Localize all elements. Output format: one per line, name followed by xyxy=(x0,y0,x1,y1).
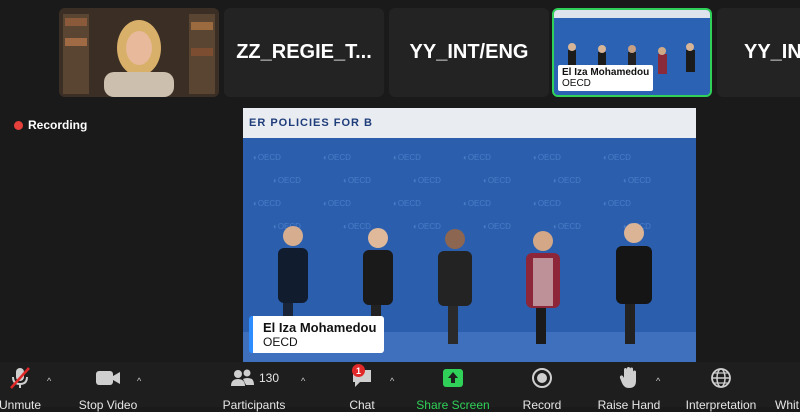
svg-text:◐OECD: ◐OECD xyxy=(533,153,561,162)
svg-text:◐OECD: ◐OECD xyxy=(343,176,371,185)
participant-tile-5[interactable]: YY_INT xyxy=(717,8,800,97)
share-screen-button[interactable]: Share Screen xyxy=(413,366,493,412)
svg-text:◐OECD: ◐OECD xyxy=(483,222,511,231)
svg-text:◐OECD: ◐OECD xyxy=(413,176,441,185)
recording-label: Recording xyxy=(28,118,88,132)
svg-text:◐OECD: ◐OECD xyxy=(393,153,421,162)
participant-tile-active[interactable]: El Iza Mohamedou OECD xyxy=(552,8,712,97)
video-options-caret-icon[interactable]: ^ xyxy=(137,376,141,386)
globe-icon xyxy=(680,366,762,390)
svg-text:◐OECD: ◐OECD xyxy=(553,222,581,231)
unmute-label: Unmute xyxy=(0,398,42,412)
unmute-button[interactable]: Unmute xyxy=(0,366,50,412)
mic-muted-icon xyxy=(0,366,50,390)
svg-text:◐OECD: ◐OECD xyxy=(413,222,441,231)
svg-text:◐OECD: ◐OECD xyxy=(483,176,511,185)
svg-text:◐OECD: ◐OECD xyxy=(603,199,631,208)
gallery-strip: ZZ_REGIE_T... YY_INT/ENG El Iza Mohamedo… xyxy=(0,0,800,103)
participant-name: YY_INT/ENG xyxy=(409,41,529,63)
svg-text:◐OECD: ◐OECD xyxy=(553,176,581,185)
audio-options-caret-icon[interactable]: ^ xyxy=(47,376,51,386)
whiteboard-button[interactable]: Whit xyxy=(775,366,800,412)
svg-text:◐OECD: ◐OECD xyxy=(253,153,281,162)
hand-icon xyxy=(595,366,663,390)
participants-caret-icon[interactable]: ^ xyxy=(301,376,305,386)
svg-text:◐OECD: ◐OECD xyxy=(323,153,351,162)
meeting-toolbar: Unmute ^ Stop Video ^ 130 Participants ^ xyxy=(0,362,800,412)
svg-text:◐OECD: ◐OECD xyxy=(273,176,301,185)
chat-badge: 1 xyxy=(352,364,365,377)
svg-text:◐OECD: ◐OECD xyxy=(343,222,371,231)
record-button[interactable]: Record xyxy=(516,366,568,412)
stop-video-label: Stop Video xyxy=(78,398,138,412)
speaker-org: OECD xyxy=(263,335,298,349)
main-video[interactable]: ◐OECD ◐OECD ◐OECD ◐OECD ◐OECD ◐OECD ◐OECD ◐OE… xyxy=(243,108,696,362)
svg-text:◐OECD: ◐OECD xyxy=(323,199,351,208)
speaker-name: El Iza Mohamedou xyxy=(263,320,377,335)
event-banner: ER POLICIES FOR B xyxy=(243,108,696,138)
reactions-caret-icon[interactable]: ^ xyxy=(656,376,660,386)
video-camera-icon xyxy=(76,366,140,390)
whiteboard-icon xyxy=(775,366,800,390)
svg-text:◐OECD: ◐OECD xyxy=(463,153,491,162)
raise-hand-label: Raise Hand xyxy=(597,398,661,412)
participant-tile-3[interactable]: YY_INT/ENG xyxy=(389,8,549,97)
svg-text:◐OECD: ◐OECD xyxy=(463,199,491,208)
recording-dot-icon xyxy=(14,120,23,130)
chat-caret-icon[interactable]: ^ xyxy=(390,376,394,386)
svg-text:◐OECD: ◐OECD xyxy=(393,199,421,208)
recording-indicator[interactable]: Recording xyxy=(14,118,87,132)
participant-label: El Iza Mohamedou OECD xyxy=(558,65,654,91)
interpretation-button[interactable]: Interpretation xyxy=(680,366,762,412)
participants-label: Participants xyxy=(222,398,286,412)
record-icon xyxy=(516,366,568,390)
participant-name: ZZ_REGIE_T... xyxy=(236,41,372,63)
participant-tile-2[interactable]: ZZ_REGIE_T... xyxy=(224,8,384,97)
whiteboard-label: Whit xyxy=(775,398,799,412)
svg-text:◐OECD: ◐OECD xyxy=(533,199,561,208)
participant-video xyxy=(59,8,219,97)
share-screen-label: Share Screen xyxy=(416,398,490,412)
svg-text:◐OECD: ◐OECD xyxy=(623,176,651,185)
chat-button[interactable]: 1 Chat xyxy=(338,364,386,412)
svg-text:◐OECD: ◐OECD xyxy=(253,199,281,208)
participant-tile-1[interactable] xyxy=(59,8,219,97)
svg-text:◐OECD: ◐OECD xyxy=(603,153,631,162)
participants-count: 130 xyxy=(258,371,280,385)
record-label: Record xyxy=(522,398,562,412)
interpretation-label: Interpretation xyxy=(685,398,757,412)
raise-hand-button[interactable]: Raise Hand xyxy=(595,366,663,412)
participant-org: OECD xyxy=(562,78,591,89)
participant-name: YY_INT xyxy=(744,41,800,63)
stop-video-button[interactable]: Stop Video xyxy=(76,366,140,412)
share-screen-icon xyxy=(413,366,493,390)
chat-label: Chat xyxy=(349,398,375,412)
speaker-label: El Iza Mohamedou OECD xyxy=(249,316,385,353)
participants-icon: 130 xyxy=(218,366,290,390)
participant-name: El Iza Mohamedou xyxy=(562,67,650,78)
participants-button[interactable]: 130 Participants xyxy=(218,366,290,412)
chat-icon: 1 xyxy=(338,364,386,390)
